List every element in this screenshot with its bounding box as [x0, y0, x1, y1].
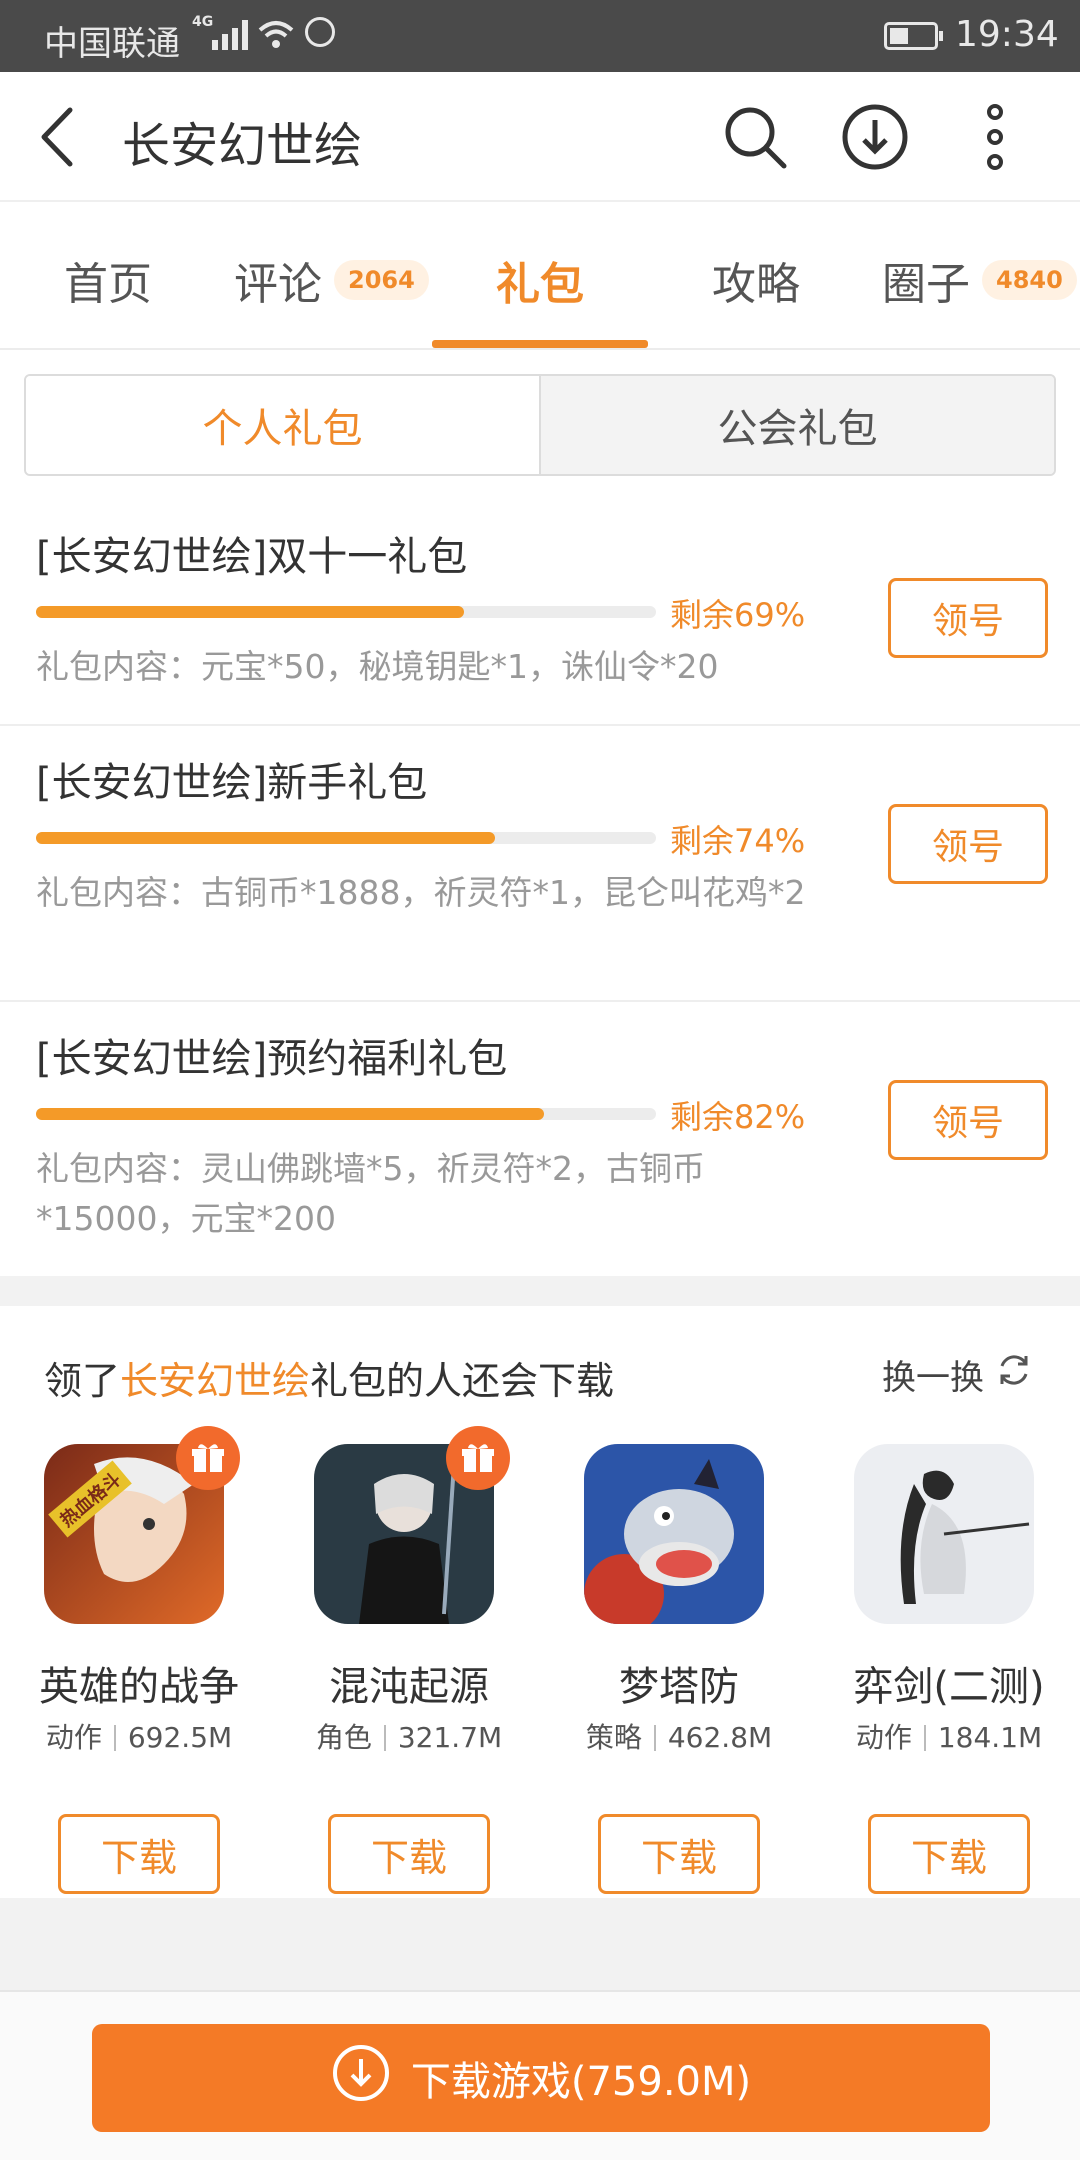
download-button[interactable]: 下载 — [598, 1814, 760, 1894]
remaining-label: 剩余74% — [670, 822, 806, 860]
app-meta: 角色 321.7M — [274, 1716, 544, 1756]
carrier-name: 中国联通 — [44, 24, 180, 64]
count-badge: 4840 — [982, 260, 1077, 300]
gift-type-switch: 个人礼包 公会礼包 — [24, 374, 1056, 476]
remaining-label: 剩余82% — [670, 1098, 806, 1136]
tab-label: 圈子 — [882, 259, 970, 310]
heading-suffix: 礼包的人还会下载 — [310, 1359, 615, 1403]
heading-game-name: 长安幻世绘 — [120, 1359, 311, 1403]
recommend-heading: 领了长安幻世绘礼包的人还会下载 — [44, 1350, 614, 1405]
signal-icon — [212, 18, 248, 50]
back-arrow-icon[interactable] — [32, 102, 92, 172]
gift-item: [长安幻世绘]预约福利礼包 剩余82% 礼包内容：灵山佛跳墙*5，祈灵符*2，古… — [0, 1002, 1080, 1276]
search-icon[interactable] — [720, 102, 790, 172]
remaining-label: 剩余69% — [670, 596, 806, 634]
app-card[interactable]: 梦塔防 策略 462.8M 下载 — [544, 1444, 774, 1894]
count-badge: 2064 — [334, 260, 429, 300]
gift-item: [长安幻世绘]新手礼包 剩余74% 礼包内容：古铜币*1888，祈灵符*1，昆仑… — [0, 726, 1080, 1002]
app-category: 策略 — [585, 1721, 642, 1754]
download-icon[interactable] — [840, 102, 910, 172]
gift-badge-icon — [176, 1426, 240, 1490]
app-icon[interactable] — [584, 1444, 764, 1624]
remaining-progress-bar — [36, 606, 656, 618]
app-name: 混沌起源 — [329, 1664, 489, 1710]
gift-content: 礼包内容：元宝*50，秘境钥匙*1，诛仙令*20 — [36, 647, 719, 686]
title-bar: 长安幻世绘 — [0, 72, 1080, 202]
status-bar: 中国联通 4G 19:34 — [0, 0, 1080, 72]
tab-reviews[interactable]: 评论 2064 — [234, 248, 429, 312]
app-size: 462.8M — [667, 1721, 773, 1754]
claim-button[interactable]: 领号 — [888, 578, 1048, 658]
tab-guides[interactable]: 攻略 — [712, 248, 800, 312]
tab-label: 首页 — [64, 259, 152, 310]
app-category: 动作 — [855, 1721, 912, 1754]
app-card[interactable]: 混沌起源 角色 321.7M 下载 — [274, 1426, 510, 1894]
download-button[interactable]: 下载 — [58, 1814, 220, 1894]
section-divider — [0, 1276, 1080, 1306]
gift-item: [长安幻世绘]双十一礼包 剩余69% 礼包内容：元宝*50，秘境钥匙*1，诛仙令… — [0, 500, 1080, 726]
face-icon — [305, 17, 335, 47]
app-size: 184.1M — [937, 1721, 1043, 1754]
app-category: 动作 — [45, 1721, 102, 1754]
claim-button[interactable]: 领号 — [888, 804, 1048, 884]
gift-content: 礼包内容：灵山佛跳墙*5，祈灵符*2，古铜币*15000，元宝*200 — [36, 1149, 705, 1238]
bottom-bar: 下载游戏(759.0M) — [0, 1990, 1080, 2160]
app-icon[interactable] — [854, 1444, 1034, 1624]
gift-badge-icon — [446, 1426, 510, 1490]
gift-name: [长安幻世绘]新手礼包 — [36, 760, 428, 806]
refresh-button[interactable]: 换一换 — [882, 1350, 1032, 1399]
download-button[interactable]: 下载 — [328, 1814, 490, 1894]
app-name: 梦塔防 — [619, 1664, 739, 1710]
recommend-section: 领了长安幻世绘礼包的人还会下载 换一换 热血格斗 英雄的战争 动作 692.5M … — [0, 1306, 1080, 1898]
tab-label: 评论 — [234, 259, 322, 310]
battery-icon — [884, 22, 943, 50]
tab-label: 攻略 — [712, 259, 800, 310]
app-name: 弈剑(二测) — [853, 1664, 1045, 1710]
app-meta: 策略 462.8M — [544, 1716, 814, 1756]
refresh-label: 换一换 — [882, 1358, 984, 1398]
clock: 19:34 — [955, 14, 1059, 55]
section-divider — [0, 1898, 1080, 1990]
app-card[interactable]: 热血格斗 英雄的战争 动作 692.5M 下载 — [4, 1426, 240, 1894]
claim-button[interactable]: 领号 — [888, 1080, 1048, 1160]
tab-circle[interactable]: 圈子 4840 — [882, 248, 1077, 312]
remaining-progress-bar — [36, 1108, 656, 1120]
refresh-icon — [996, 1352, 1032, 1397]
personal-gift-tab[interactable]: 个人礼包 — [26, 376, 539, 474]
app-size: 692.5M — [127, 1721, 233, 1754]
app-meta: 动作 184.1M — [814, 1716, 1080, 1756]
download-game-button[interactable]: 下载游戏(759.0M) — [92, 2024, 990, 2132]
network-type: 4G — [192, 14, 214, 30]
progress-fill — [36, 832, 495, 844]
tab-gifts[interactable]: 礼包 — [496, 248, 584, 312]
tab-label: 礼包 — [496, 259, 584, 310]
wifi-icon — [256, 14, 296, 63]
tab-home[interactable]: 首页 — [64, 248, 152, 312]
tab-bar: 首页 评论 2064 礼包 攻略 圈子 4840 — [0, 204, 1080, 350]
app-meta: 动作 692.5M — [4, 1716, 274, 1756]
app-name: 英雄的战争 — [39, 1664, 239, 1710]
download-circle-icon — [331, 2043, 391, 2113]
app-card[interactable]: 弈剑(二测) 动作 184.1M 下载 — [814, 1444, 1045, 1894]
gift-name: [长安幻世绘]双十一礼包 — [36, 534, 468, 580]
gift-name: [长安幻世绘]预约福利礼包 — [36, 1036, 508, 1082]
remaining-progress-bar — [36, 832, 656, 844]
active-tab-indicator — [432, 340, 648, 348]
heading-prefix: 领了 — [44, 1359, 121, 1403]
download-button[interactable]: 下载 — [868, 1814, 1030, 1894]
app-size: 321.7M — [397, 1721, 503, 1754]
download-game-label: 下载游戏(759.0M) — [410, 2059, 752, 2105]
app-category: 角色 — [315, 1721, 372, 1754]
guild-gift-tab[interactable]: 公会礼包 — [539, 376, 1054, 474]
gift-content: 礼包内容：古铜币*1888，祈灵符*1，昆仑叫花鸡*2 — [36, 873, 806, 912]
progress-fill — [36, 606, 464, 618]
more-vertical-icon[interactable] — [960, 102, 1030, 172]
page-title: 长安幻世绘 — [122, 118, 363, 174]
progress-fill — [36, 1108, 545, 1120]
